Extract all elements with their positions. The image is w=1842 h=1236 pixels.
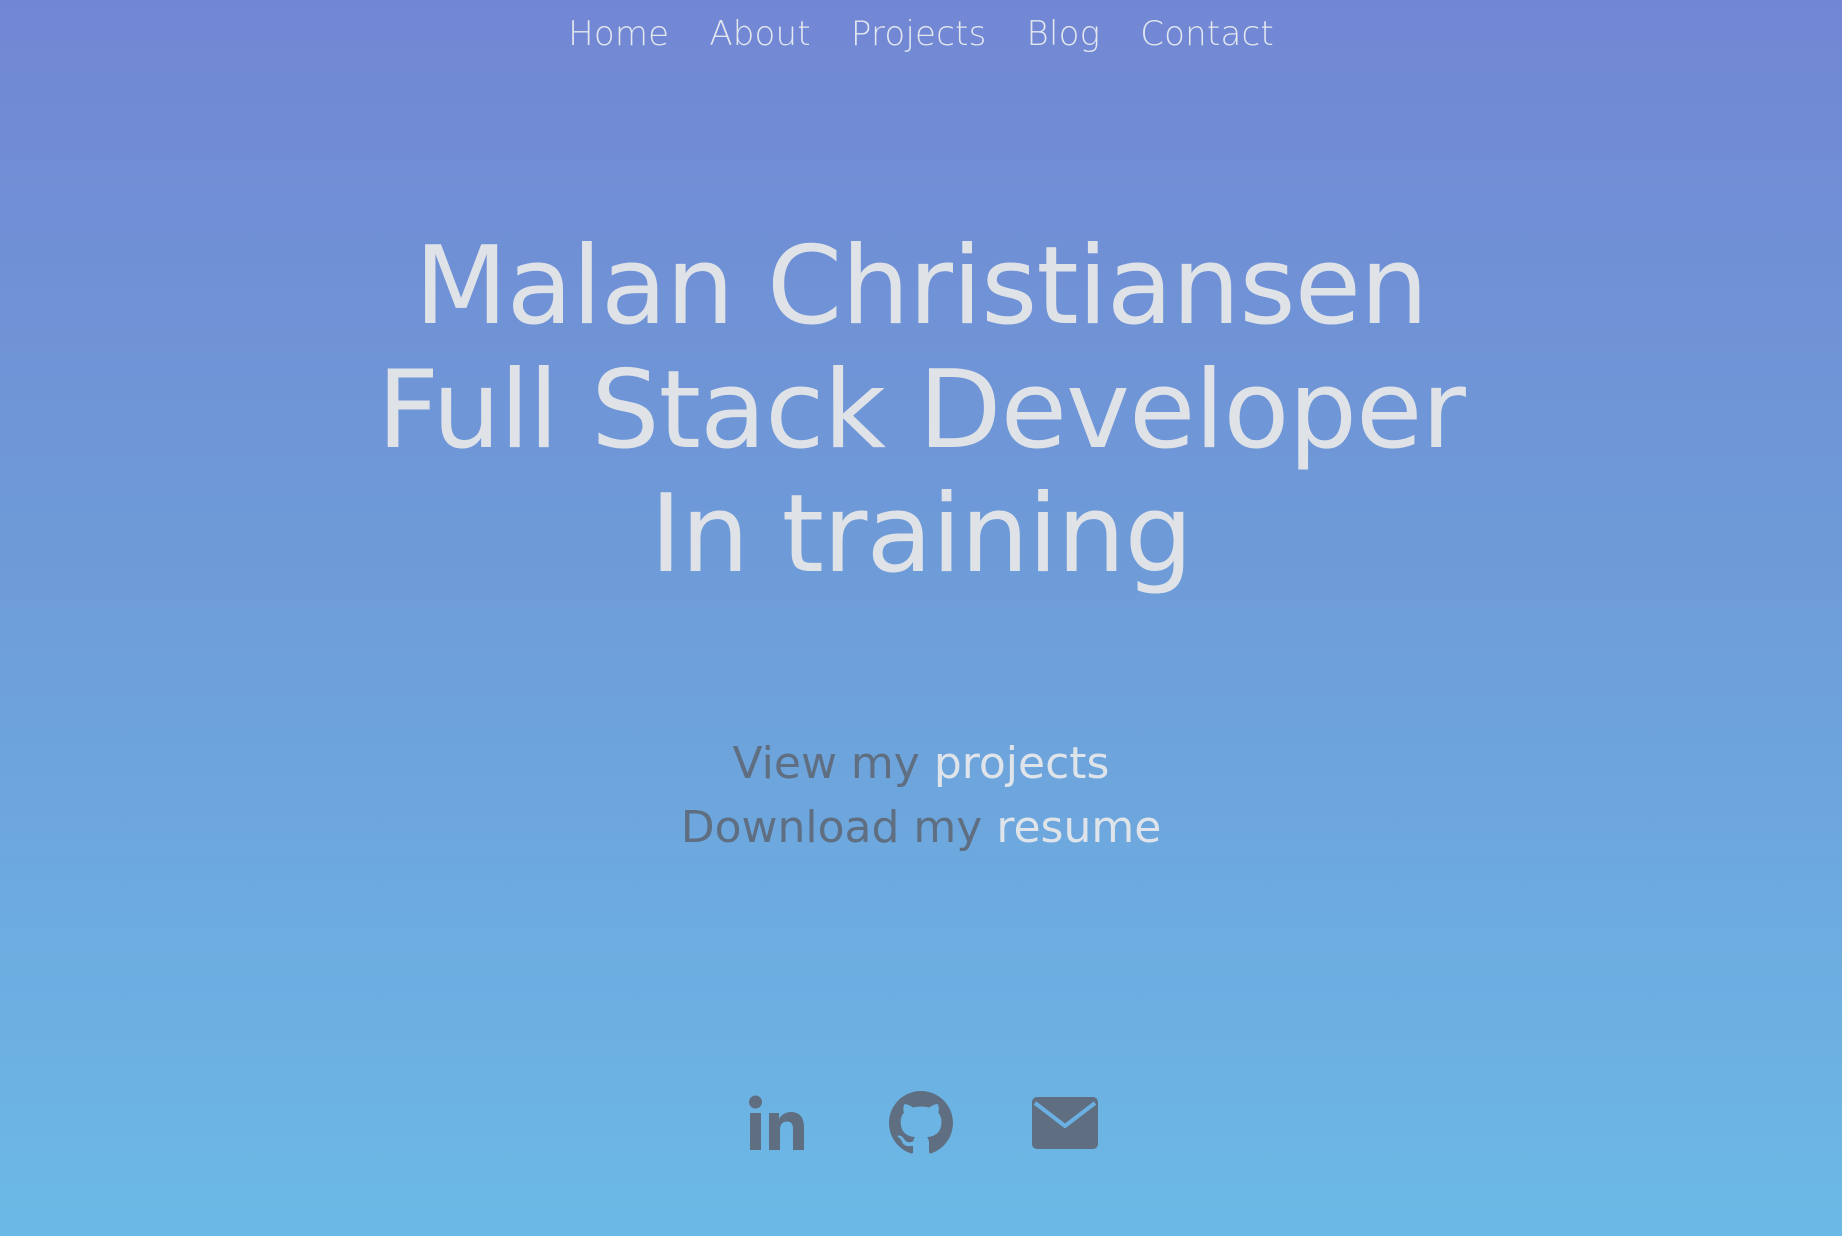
nav-about-link[interactable]: About bbox=[709, 14, 811, 54]
nav-home-link[interactable]: Home bbox=[568, 14, 669, 54]
nav-contact-link[interactable]: Contact bbox=[1140, 14, 1274, 54]
view-projects-line: View my projects bbox=[0, 732, 1842, 796]
hero-name: Malan Christiansen bbox=[414, 224, 1428, 349]
linkedin-icon[interactable] bbox=[744, 1090, 810, 1156]
resume-link[interactable]: resume bbox=[996, 802, 1161, 853]
view-projects-prefix: View my bbox=[732, 738, 934, 789]
nav-projects-link[interactable]: Projects bbox=[851, 14, 987, 54]
github-icon[interactable] bbox=[888, 1090, 954, 1156]
top-nav: Home About Projects Blog Contact bbox=[0, 14, 1842, 54]
hero-role: Full Stack Developer bbox=[377, 348, 1466, 473]
nav-blog-link[interactable]: Blog bbox=[1027, 14, 1101, 54]
download-resume-line: Download my resume bbox=[0, 796, 1842, 860]
download-resume-prefix: Download my bbox=[680, 802, 997, 853]
hero-status: In training bbox=[649, 472, 1193, 597]
email-icon[interactable] bbox=[1032, 1090, 1098, 1156]
cta-section: View my projects Download my resume bbox=[0, 732, 1842, 860]
social-links bbox=[0, 1090, 1842, 1156]
projects-link[interactable]: projects bbox=[934, 738, 1110, 789]
hero-section: Malan Christiansen Full Stack Developer … bbox=[0, 225, 1842, 597]
